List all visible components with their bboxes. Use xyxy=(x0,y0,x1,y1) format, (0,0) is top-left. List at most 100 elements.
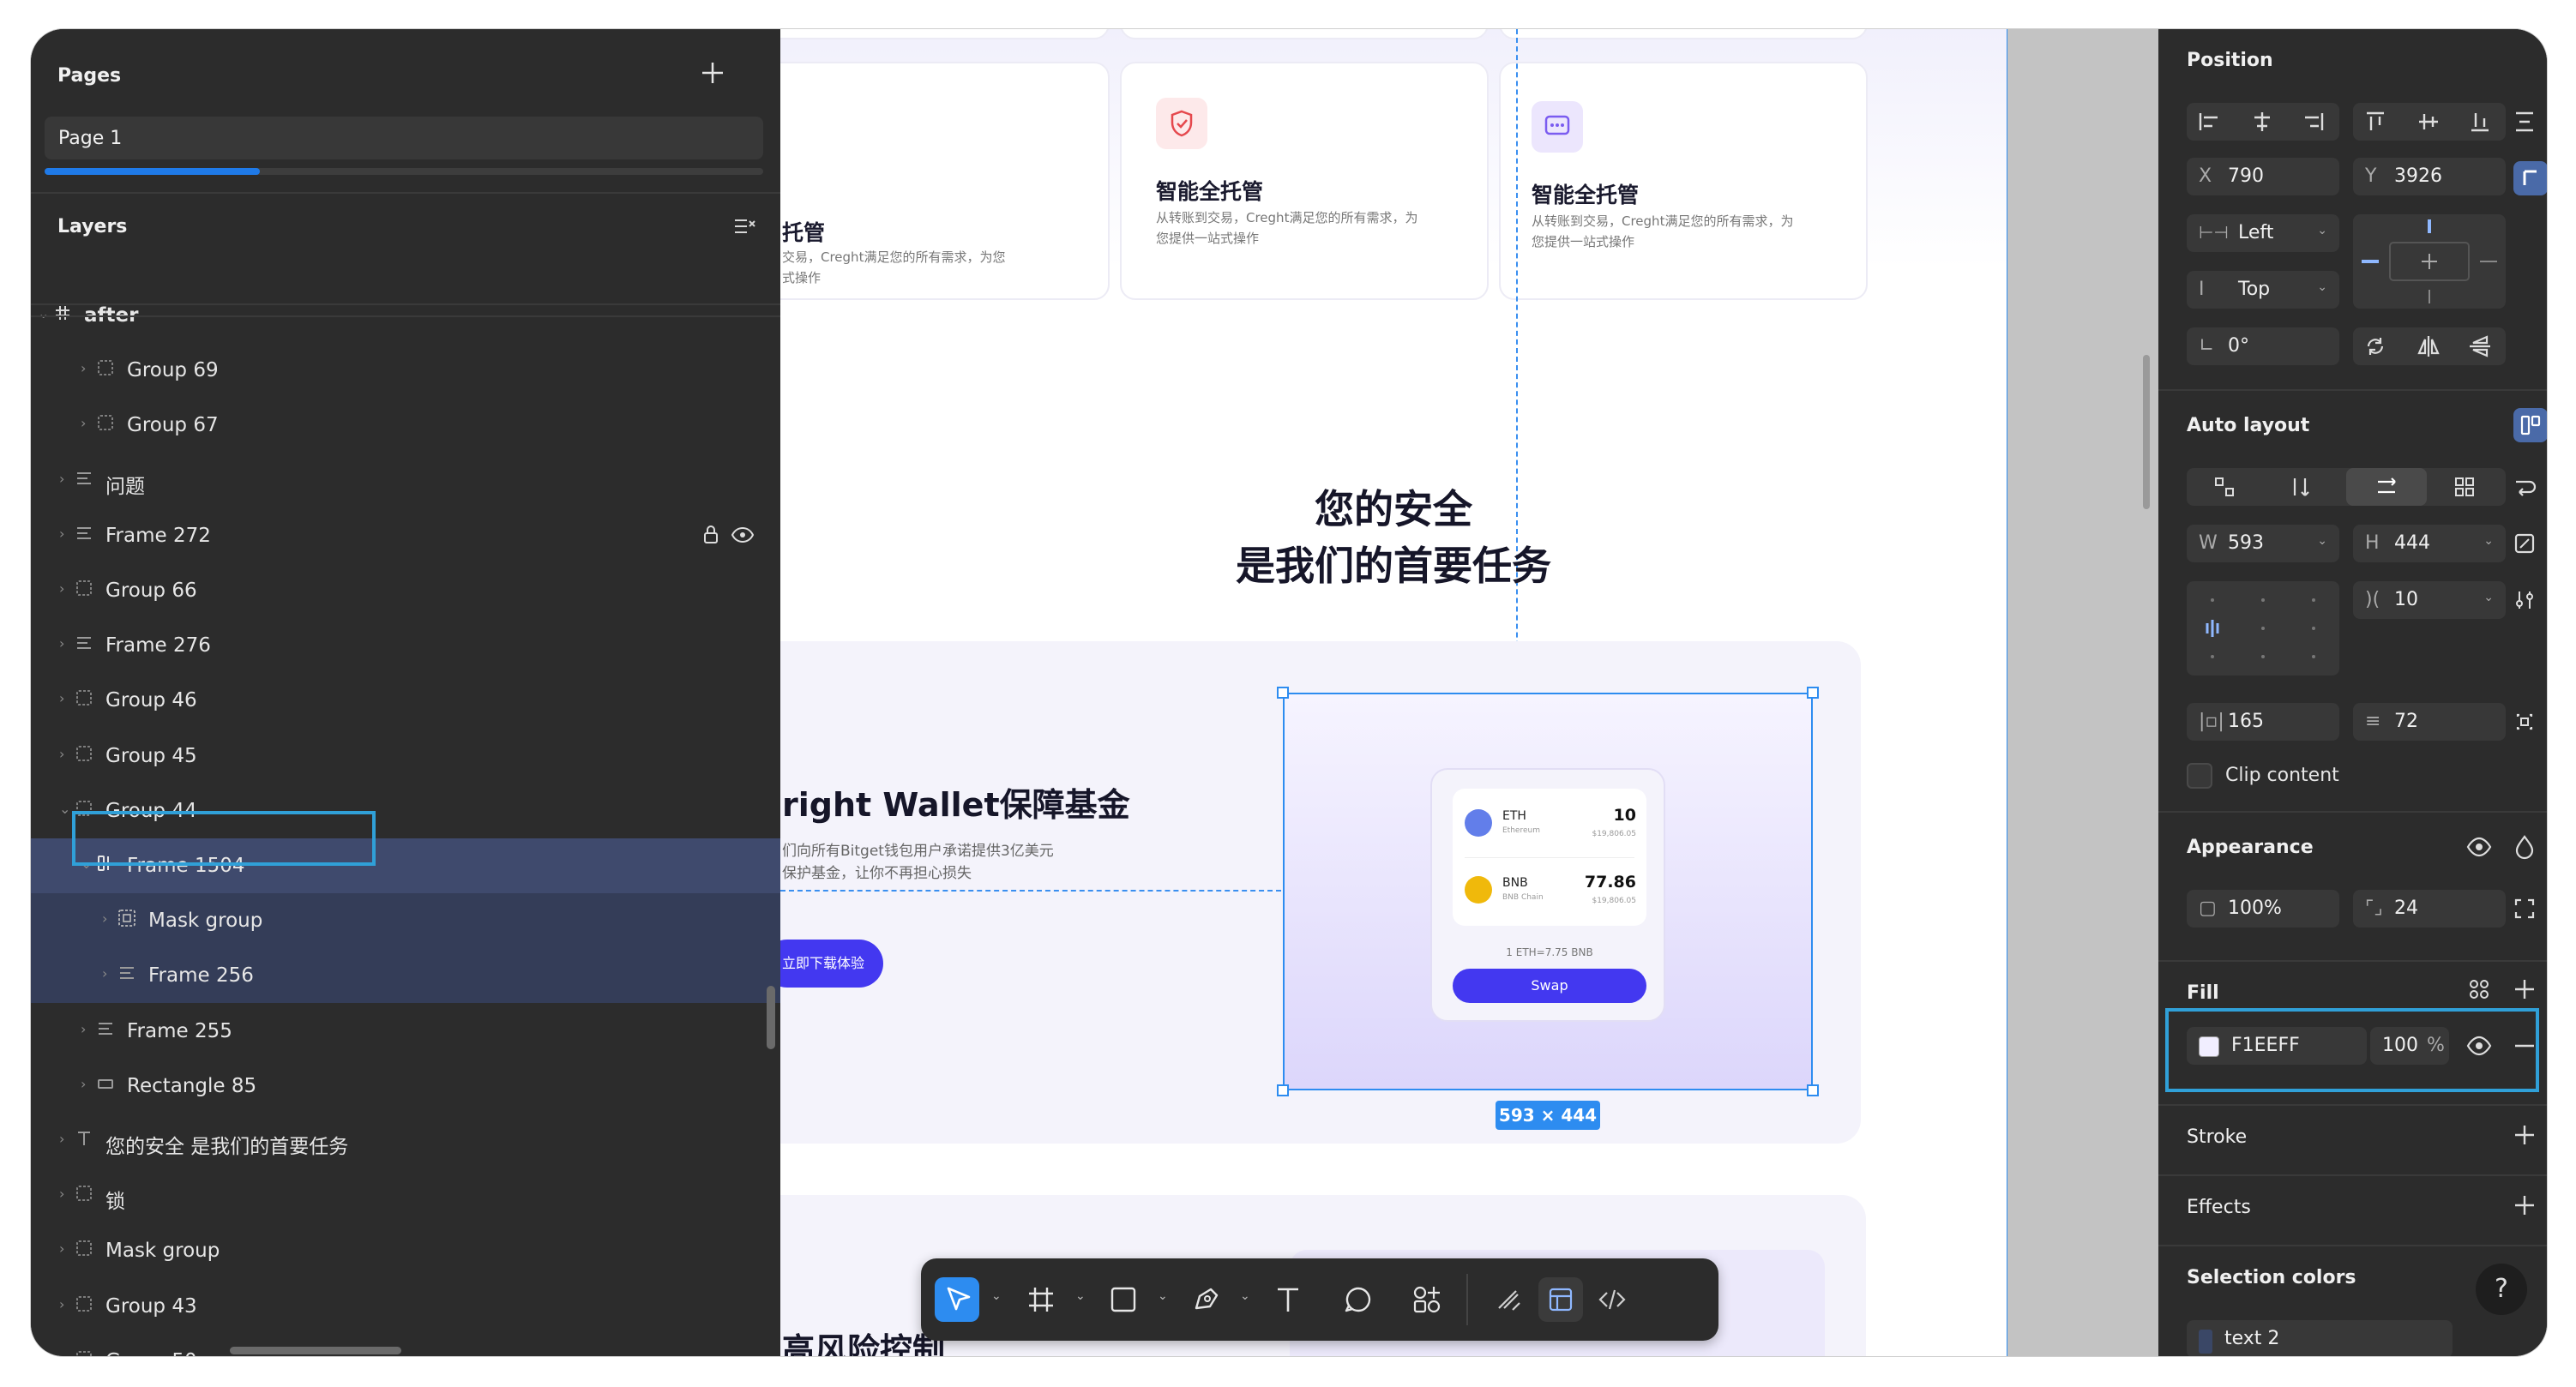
autolayout-toggle-icon[interactable] xyxy=(2513,408,2547,442)
layer-row[interactable]: › Group 67 xyxy=(31,398,780,453)
layer-row[interactable]: › Group 43 xyxy=(31,1279,780,1334)
layer-row[interactable]: › Frame 276 xyxy=(31,618,780,673)
chevron-right-icon[interactable]: › xyxy=(59,690,64,706)
padding-individual-icon[interactable] xyxy=(2509,706,2540,737)
comment-icon[interactable] xyxy=(1336,1277,1381,1322)
chevron-down-icon[interactable]: ⌄ xyxy=(59,801,70,817)
components-icon[interactable] xyxy=(1405,1277,1449,1322)
design-icon[interactable] xyxy=(1538,1277,1583,1322)
selection-color-item[interactable]: text 2 xyxy=(2187,1320,2453,1356)
chevron-right-icon[interactable]: › xyxy=(81,1021,86,1037)
layer-row[interactable]: › Group 50 xyxy=(31,1334,780,1356)
pages-scrollbar[interactable] xyxy=(45,168,763,175)
chevron-right-icon[interactable]: › xyxy=(81,360,86,376)
layout-horizontal-active[interactable] xyxy=(2346,468,2427,506)
constraints-toggle-icon[interactable] xyxy=(2513,161,2547,195)
chevron-down-icon[interactable]: ⌄ xyxy=(1240,1289,1250,1303)
move-icon[interactable] xyxy=(935,1277,979,1322)
frame-icon[interactable] xyxy=(1019,1277,1063,1322)
wrap-icon[interactable] xyxy=(2509,471,2540,502)
canvas-vertical-scrollbar[interactable] xyxy=(2143,355,2150,509)
add-fill-icon[interactable] xyxy=(2509,974,2540,1005)
align-center-icon[interactable] xyxy=(2247,106,2278,137)
code-icon[interactable] xyxy=(1590,1277,1634,1322)
constraints-widget[interactable] xyxy=(2353,214,2506,309)
flip-vertical-icon[interactable] xyxy=(2465,331,2495,362)
text-icon[interactable] xyxy=(1266,1277,1310,1322)
layer-row[interactable]: › Group 46 xyxy=(31,673,780,728)
autolayout-settings-icon[interactable] xyxy=(2509,585,2540,615)
blend-mode-icon[interactable] xyxy=(2509,832,2540,862)
layout-wrap-icon[interactable] xyxy=(2209,471,2240,502)
chevron-down-icon[interactable]: ⌄ xyxy=(38,305,49,321)
chevron-down-icon[interactable]: ⌄ xyxy=(991,1289,1002,1303)
eye-icon[interactable] xyxy=(2464,832,2495,862)
layer-row[interactable]: › Mask group xyxy=(31,1223,780,1278)
resize-handle-tl[interactable] xyxy=(1277,687,1289,699)
align-top-icon[interactable] xyxy=(2360,106,2391,137)
add-page-icon[interactable] xyxy=(700,60,725,86)
chevron-right-icon[interactable]: › xyxy=(59,635,64,651)
alignment-grid[interactable] xyxy=(2187,581,2339,675)
gap-field[interactable]: )(10 ⌄ xyxy=(2353,581,2506,619)
resize-to-fit-icon[interactable] xyxy=(2509,528,2540,559)
help-button[interactable]: ? xyxy=(2476,1264,2527,1315)
chevron-right-icon[interactable]: › xyxy=(59,1240,64,1257)
layer-row[interactable]: › Group 66 xyxy=(31,563,780,618)
align-bottom-icon[interactable] xyxy=(2465,106,2495,137)
chevron-down-icon[interactable]: ⌄ xyxy=(1158,1289,1168,1303)
layer-row[interactable]: › 您的安全 是我们的首要任务 xyxy=(31,1114,780,1168)
eye-icon[interactable] xyxy=(731,525,755,549)
align-middle-icon[interactable] xyxy=(2413,106,2444,137)
chevron-right-icon[interactable]: › xyxy=(59,1351,64,1356)
frame-1504-selection[interactable]: ETH Ethereum 10 $19,806.05 BNB BNB Chain 77.86… xyxy=(1283,693,1813,1090)
layers-scrollbar[interactable] xyxy=(767,986,775,1049)
chevron-right-icon[interactable]: › xyxy=(59,746,64,762)
align-right-icon[interactable] xyxy=(2298,106,2329,137)
chevron-right-icon[interactable]: › xyxy=(59,1296,64,1312)
vertical-constraint-select[interactable]: I Top ⌄ xyxy=(2187,271,2339,309)
chevron-right-icon[interactable]: › xyxy=(102,910,107,927)
pen-icon[interactable] xyxy=(1183,1277,1228,1322)
add-stroke-icon[interactable] xyxy=(2509,1120,2540,1150)
flip-horizontal-icon[interactable] xyxy=(2413,331,2444,362)
layer-row[interactable]: › 问题 xyxy=(31,453,780,508)
resize-handle-tr[interactable] xyxy=(1807,687,1819,699)
chevron-right-icon[interactable]: › xyxy=(81,1076,86,1092)
vertical-padding-field[interactable]: ≡ 72 xyxy=(2353,703,2506,741)
x-field[interactable]: X 790 xyxy=(2187,158,2339,195)
download-button[interactable]: 立即下载体验 xyxy=(780,940,883,988)
layer-row[interactable]: › 锁 xyxy=(31,1168,780,1223)
layers-horizontal-scrollbar[interactable] xyxy=(230,1347,401,1354)
chevron-right-icon[interactable]: › xyxy=(81,415,86,431)
chevron-right-icon[interactable]: › xyxy=(59,1131,64,1147)
pages-scrollbar-thumb[interactable] xyxy=(45,168,261,175)
page-item-page-1[interactable]: Page 1 xyxy=(45,117,763,159)
layout-vertical-icon[interactable] xyxy=(2286,471,2317,502)
resize-handle-br[interactable] xyxy=(1807,1084,1819,1096)
chevron-right-icon[interactable]: › xyxy=(59,525,64,542)
width-field[interactable]: W 593 ⌄ xyxy=(2187,525,2339,562)
chevron-right-icon[interactable]: › xyxy=(59,471,64,487)
layers-filter-icon[interactable] xyxy=(732,214,758,240)
rectangle-icon[interactable] xyxy=(1101,1277,1146,1322)
styles-grid-icon[interactable] xyxy=(2464,974,2495,1005)
layer-row[interactable]: › Group 69 xyxy=(31,343,780,398)
resize-handle-bl[interactable] xyxy=(1277,1084,1289,1096)
rotation-field[interactable]: ∟ 0° xyxy=(2187,327,2339,365)
layout-grid-icon[interactable] xyxy=(2449,471,2480,502)
rotate-icon[interactable] xyxy=(2360,331,2391,362)
lock-icon[interactable] xyxy=(701,524,720,551)
layer-row[interactable]: › Frame 272 xyxy=(31,508,780,563)
horizontal-padding-field[interactable]: |▫| 165 xyxy=(2187,703,2339,741)
add-effect-icon[interactable] xyxy=(2509,1190,2540,1221)
distribute-icon[interactable] xyxy=(2509,106,2540,137)
canvas[interactable]: 托管 交易，Creght满足您的所有需求，为您 式操作 智能全托管 从转账到交易… xyxy=(780,29,2007,1356)
layer-row[interactable]: › Mask group xyxy=(31,893,780,949)
layer-row[interactable]: › Frame 256 xyxy=(31,948,780,1004)
draw-icon[interactable] xyxy=(1487,1277,1532,1322)
layer-row[interactable]: › Rectangle 85 xyxy=(31,1059,780,1114)
chevron-right-icon[interactable]: › xyxy=(59,580,64,597)
chevron-right-icon[interactable]: › xyxy=(102,965,107,982)
layer-row[interactable]: › Frame 255 xyxy=(31,1004,780,1059)
